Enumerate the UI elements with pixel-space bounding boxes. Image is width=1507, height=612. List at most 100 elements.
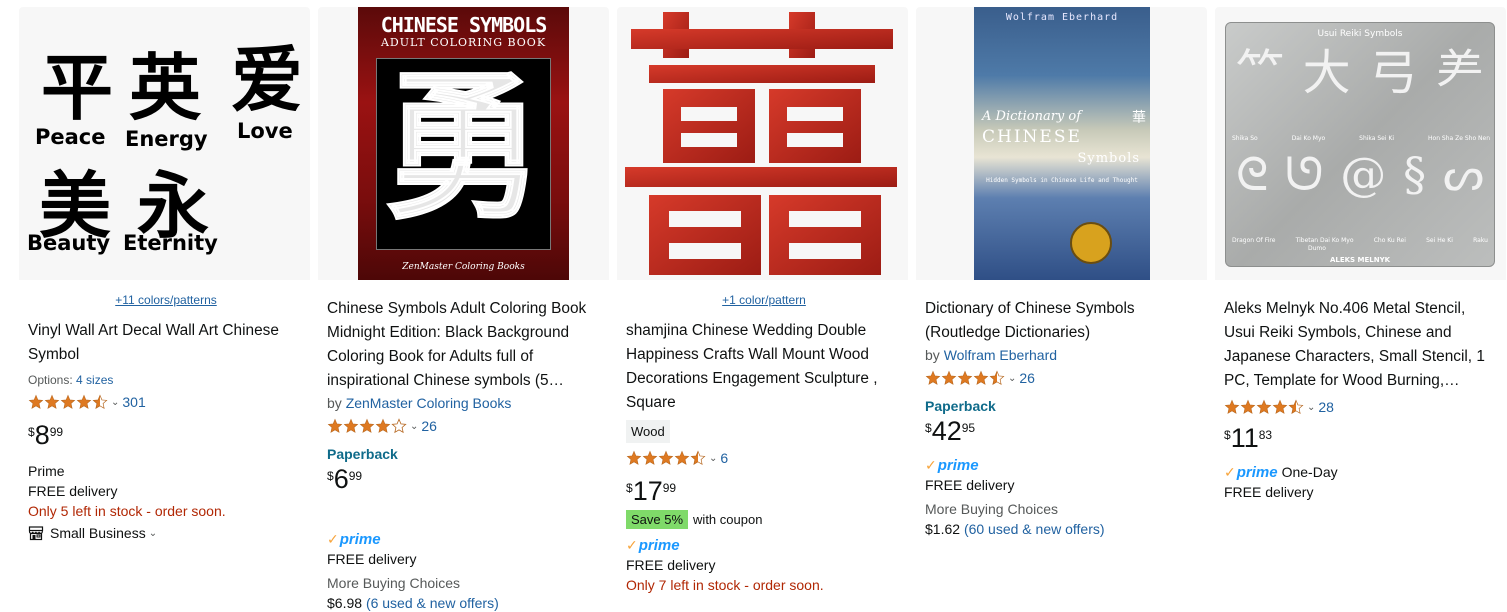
rating-count[interactable]: 301 xyxy=(122,394,145,410)
coupon[interactable]: Save 5% with coupon xyxy=(626,510,902,529)
price[interactable]: $ 17 99 xyxy=(626,478,902,505)
check-icon: ✓ xyxy=(626,536,638,553)
rating-count[interactable]: 28 xyxy=(1318,399,1334,415)
product-info: Chinese Symbols Adult Coloring Book Midn… xyxy=(327,297,603,612)
author-link[interactable]: ZenMaster Coloring Books xyxy=(346,395,512,411)
more-buying-choices: More Buying Choices xyxy=(327,575,461,591)
price-fraction: 95 xyxy=(961,421,976,435)
chevron-down-icon[interactable]: ⌄ xyxy=(410,421,418,432)
product-title[interactable]: shamjina Chinese Wedding Double Happines… xyxy=(626,319,902,415)
product-image[interactable]: Usui Reiki Symbols ⺮ ⼤ ⼸ ⺶ Shika So Dai … xyxy=(1215,7,1506,280)
glyph: 爱 xyxy=(231,37,304,122)
check-icon: ✓ xyxy=(327,530,339,547)
delivery-text: FREE delivery xyxy=(28,483,118,499)
price-fraction: 83 xyxy=(1258,428,1273,442)
star-icon xyxy=(92,394,108,410)
prime-logo: ✓ prime xyxy=(626,536,680,554)
rating-count[interactable]: 6 xyxy=(720,450,728,466)
product-title[interactable]: Dictionary of Chinese Symbols (Routledge… xyxy=(925,297,1201,345)
byline: by ZenMaster Coloring Books xyxy=(327,395,603,411)
product-card-1[interactable]: 平 英 爱 Peace Energy Love 美 永 Beauty Etern… xyxy=(19,7,310,612)
star-rating xyxy=(1224,399,1304,415)
product-image[interactable]: Wolfram Eberhard A Dictionary of CHINESE… xyxy=(916,7,1207,280)
swatch-link[interactable]: +1 color/pattern xyxy=(626,293,902,307)
rating[interactable]: ⌄ 26 xyxy=(327,416,603,436)
rating[interactable]: ⌄ 6 xyxy=(626,448,902,468)
product-card-4[interactable]: Wolfram Eberhard A Dictionary of CHINESE… xyxy=(916,7,1207,612)
delivery-text: FREE delivery xyxy=(1224,484,1314,500)
price[interactable]: $ 42 95 xyxy=(925,418,1201,445)
price-whole: 6 xyxy=(333,464,349,494)
coupon-badge[interactable]: Save 5% xyxy=(626,510,689,529)
product-image[interactable] xyxy=(617,7,908,280)
more-buying-choices: More Buying Choices xyxy=(925,501,1059,517)
cover-line2: CHINESE xyxy=(982,127,1082,147)
price-whole: 11 xyxy=(1230,423,1259,453)
product-title[interactable]: Chinese Symbols Adult Coloring Book Midn… xyxy=(327,297,603,393)
cover-yinyang xyxy=(1070,222,1112,264)
price[interactable]: $ 11 83 xyxy=(1224,425,1500,452)
stencil-symbol-row: ᘓ ᘎ @ § ᔕ xyxy=(1236,151,1484,197)
star-icon xyxy=(343,418,359,434)
star-icon xyxy=(1288,399,1304,415)
prime-badge: ✓ prime xyxy=(925,455,1201,475)
author-link[interactable]: Wolfram Eberhard xyxy=(944,347,1057,363)
variant-badge[interactable]: Wood xyxy=(626,420,670,443)
offers-line: $1.62 (60 used & new offers) xyxy=(925,519,1201,539)
options-link[interactable]: 4 sizes xyxy=(76,373,113,387)
caption: Eternity xyxy=(123,231,218,255)
prime-badge: ✓ prime One-Day xyxy=(1224,462,1500,482)
stencil-label: Cho Ku Rei xyxy=(1373,237,1406,244)
star-icon xyxy=(391,418,407,434)
chevron-down-icon[interactable]: ⌄ xyxy=(1008,373,1016,384)
book-cover: CHINESE SYMBOLS ADULT COLORING BOOK 勇 Ze… xyxy=(358,7,569,280)
product-card-2[interactable]: CHINESE SYMBOLS ADULT COLORING BOOK 勇 Ze… xyxy=(318,7,609,612)
chevron-down-icon: ⌄ xyxy=(148,527,158,539)
product-image[interactable]: 平 英 爱 Peace Energy Love 美 永 Beauty Etern… xyxy=(19,7,310,280)
rating[interactable]: ⌄ 28 xyxy=(1224,397,1500,417)
price-whole: 8 xyxy=(34,420,50,450)
rating[interactable]: ⌄ 26 xyxy=(925,368,1201,388)
swatch-link[interactable]: +11 colors/patterns xyxy=(28,293,304,307)
star-icon xyxy=(76,394,92,410)
product-title[interactable]: Vinyl Wall Art Decal Wall Art Chinese Sy… xyxy=(28,319,304,367)
price[interactable]: $ 8 99 xyxy=(28,422,304,449)
rating[interactable]: ⌄ 301 xyxy=(28,392,304,412)
cover-panel: 勇 xyxy=(376,58,551,250)
chevron-down-icon[interactable]: ⌄ xyxy=(111,397,119,408)
stencil-label: Dragon Of Fire xyxy=(1232,237,1276,244)
small-business-badge[interactable]: Small Business ⌄ xyxy=(28,525,304,541)
chevron-down-icon[interactable]: ⌄ xyxy=(709,453,717,464)
stencil-artwork: Usui Reiki Symbols ⺮ ⼤ ⼸ ⺶ Shika So Dai … xyxy=(1225,22,1495,267)
format-label[interactable]: Paperback xyxy=(925,398,1201,414)
star-rating xyxy=(28,394,108,410)
product-info: Aleks Melnyk No.406 Metal Stencil, Usui … xyxy=(1224,297,1500,502)
star-icon xyxy=(658,450,674,466)
stencil-labels-2: Dragon Of Fire Tibetan Dai Ko Myo Cho Ku… xyxy=(1232,237,1488,244)
price[interactable]: $ 6 99 xyxy=(327,466,603,493)
product-title[interactable]: Aleks Melnyk No.406 Metal Stencil, Usui … xyxy=(1224,297,1500,393)
stencil-symbol: @ xyxy=(1340,147,1387,201)
glyph: 英 xyxy=(129,45,202,130)
double-happiness-sculpture xyxy=(625,12,897,275)
rating-count[interactable]: 26 xyxy=(421,418,437,434)
stencil-glyph: ⺮ xyxy=(1236,45,1285,101)
cover-glyph: 勇 xyxy=(382,53,544,241)
product-card-3[interactable]: +1 color/pattern shamjina Chinese Weddin… xyxy=(617,7,908,612)
format-label[interactable]: Paperback xyxy=(327,446,603,462)
offers-link[interactable]: (6 used & new offers) xyxy=(366,595,499,611)
star-icon xyxy=(989,370,1005,386)
product-image[interactable]: CHINESE SYMBOLS ADULT COLORING BOOK 勇 Ze… xyxy=(318,7,609,280)
product-card-5[interactable]: Usui Reiki Symbols ⺮ ⼤ ⼸ ⺶ Shika So Dai … xyxy=(1215,7,1506,612)
offers-link[interactable]: (60 used & new offers) xyxy=(964,521,1105,537)
decal-artwork: 平 英 爱 Peace Energy Love 美 永 Beauty Etern… xyxy=(19,7,310,280)
check-icon: ✓ xyxy=(1224,463,1236,480)
star-icon xyxy=(957,370,973,386)
cover-seal: 華 xyxy=(1132,110,1146,126)
caption: Peace xyxy=(35,125,106,149)
chevron-down-icon[interactable]: ⌄ xyxy=(1307,402,1315,413)
star-icon xyxy=(642,450,658,466)
rating-count[interactable]: 26 xyxy=(1019,370,1035,386)
product-info: +1 color/pattern shamjina Chinese Weddin… xyxy=(626,290,902,595)
price-symbol: $ xyxy=(327,469,334,483)
